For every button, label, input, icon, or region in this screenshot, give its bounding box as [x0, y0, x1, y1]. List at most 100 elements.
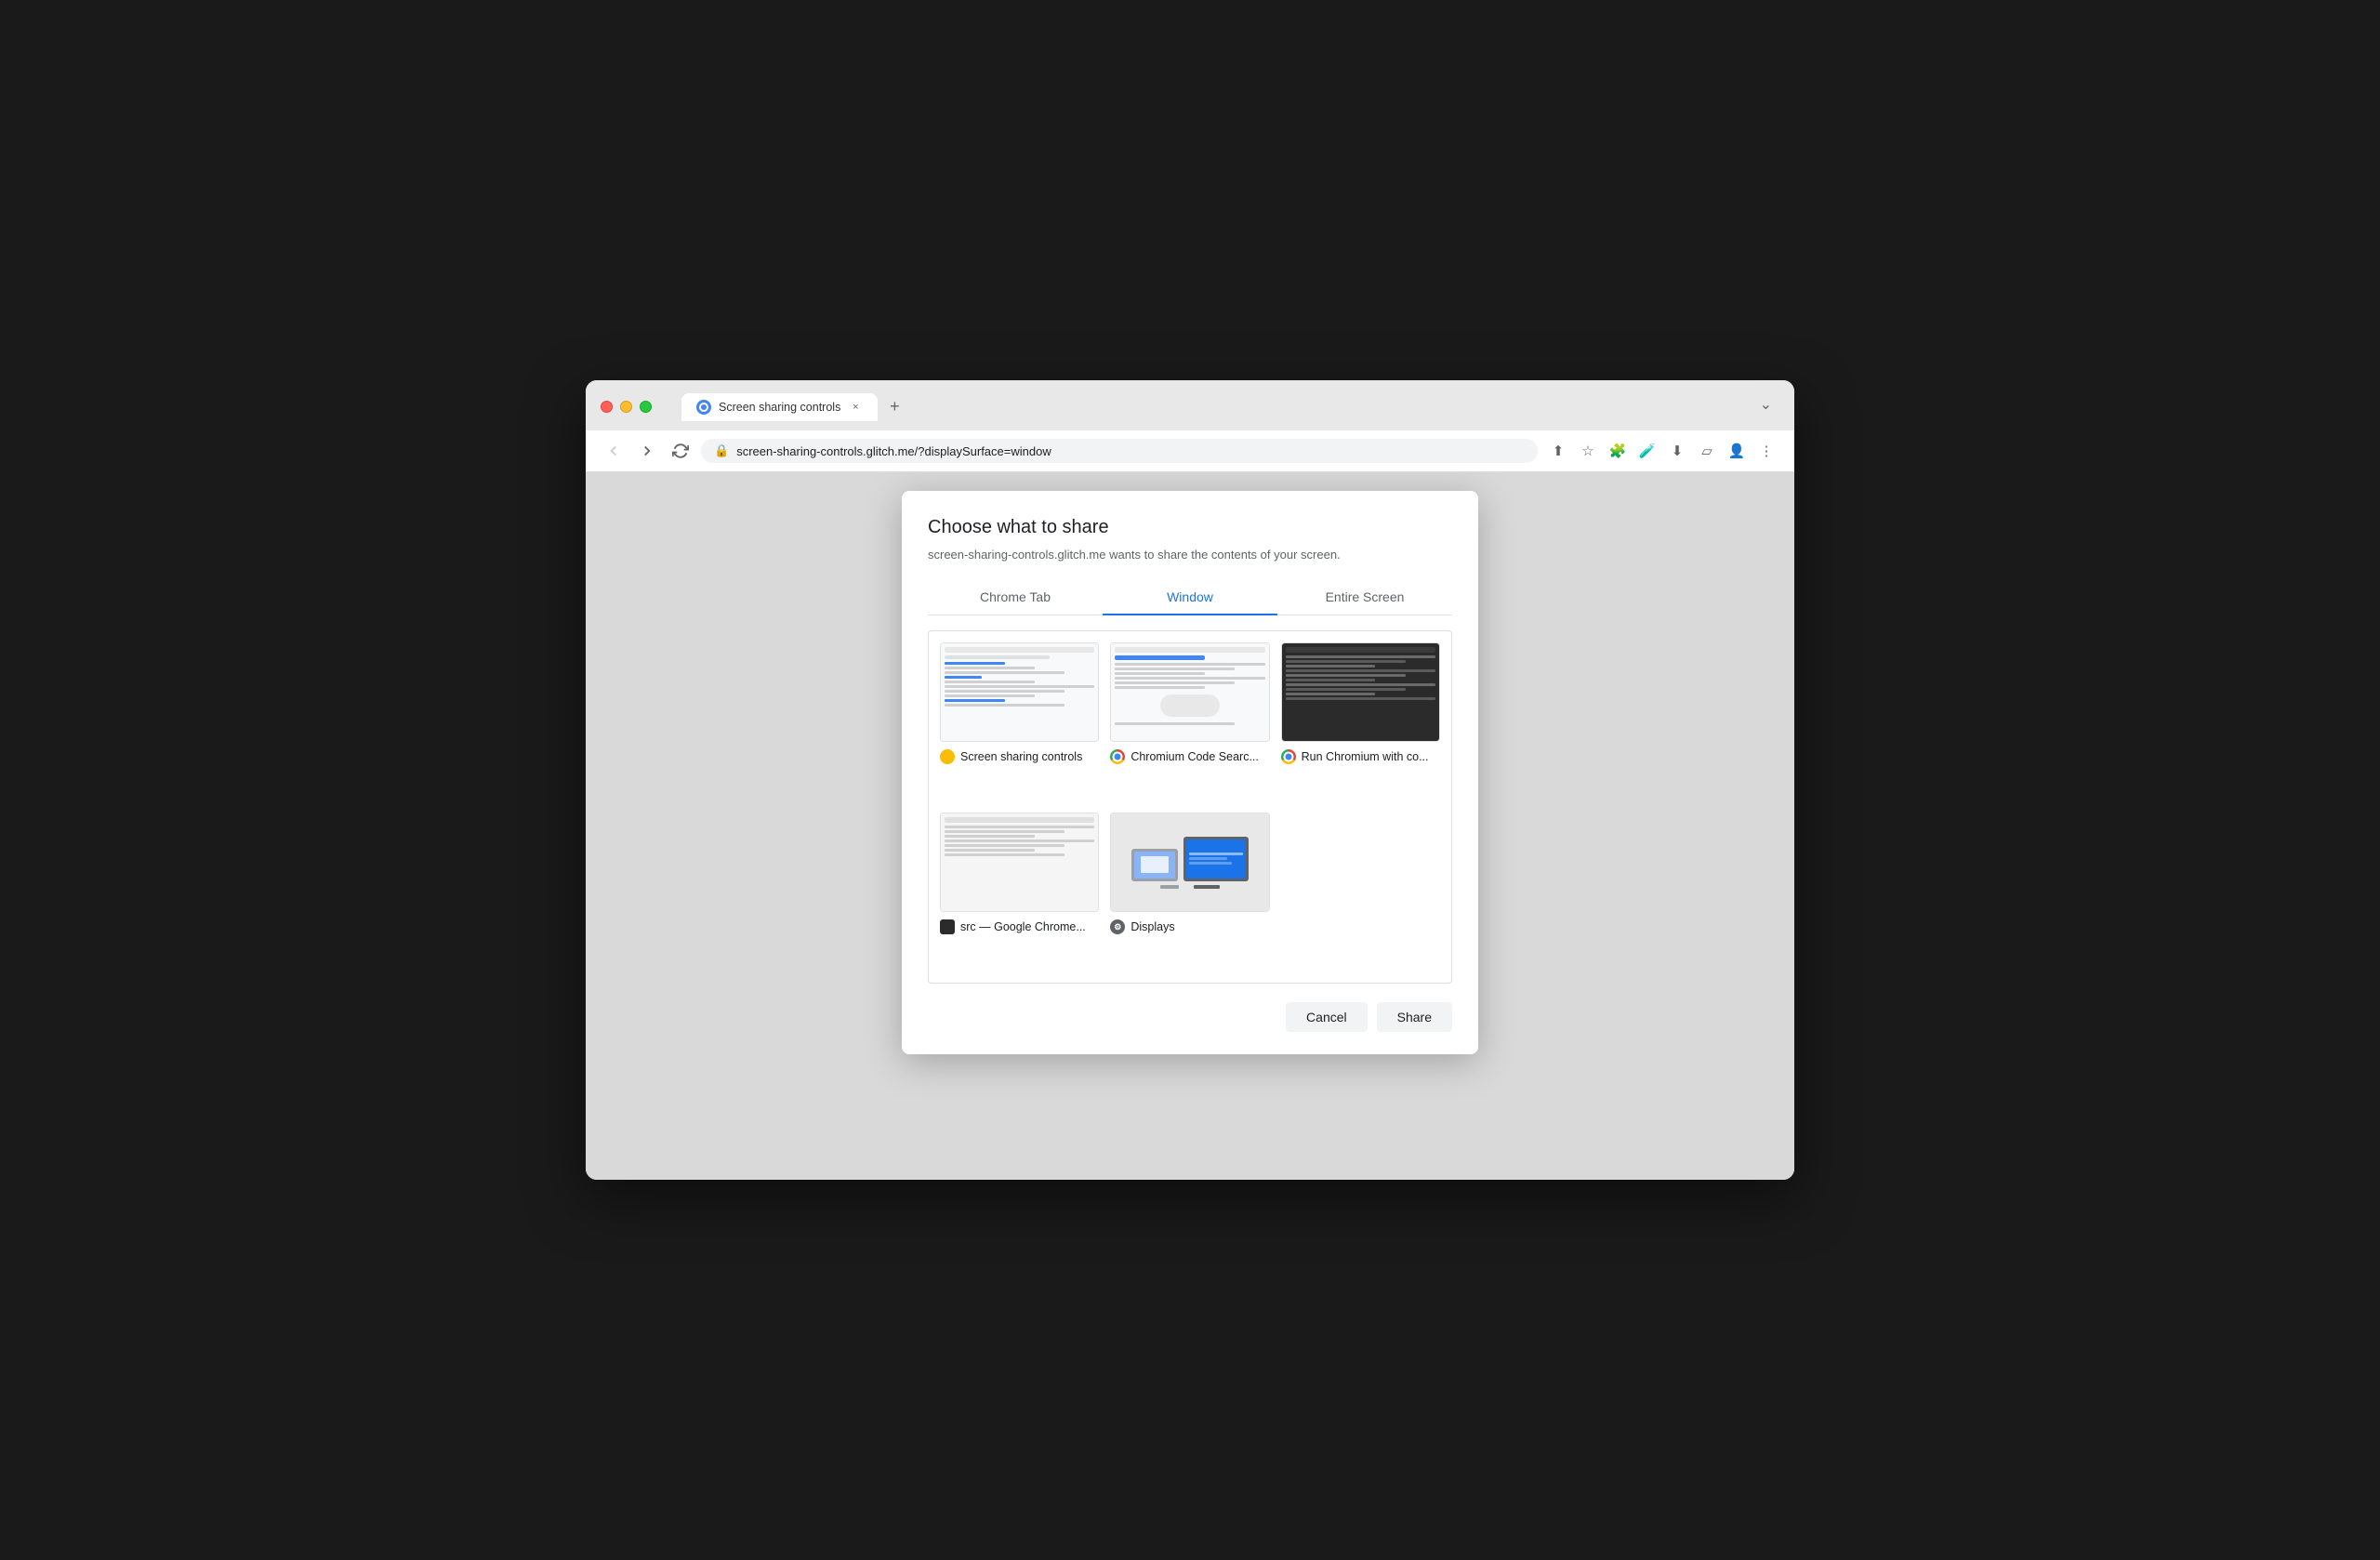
share-button[interactable]: Share	[1377, 1002, 1452, 1032]
browser-content: Choose what to share screen-sharing-cont…	[586, 472, 1794, 1180]
bookmark-button[interactable]: ☆	[1575, 438, 1601, 464]
reload-button[interactable]	[668, 438, 694, 464]
thumb-search-bar	[1115, 655, 1205, 660]
window-item-displays[interactable]: ⚙ Displays	[1110, 813, 1269, 972]
window-preview-run-chromium	[1281, 642, 1440, 742]
active-tab[interactable]: Screen sharing controls ×	[681, 393, 878, 421]
close-traffic-light[interactable]	[601, 401, 613, 413]
thumb-lines	[1286, 655, 1435, 737]
window-label-chromium-search: Chromium Code Searc...	[1110, 749, 1269, 764]
back-button[interactable]	[601, 438, 627, 464]
thumb-line	[1286, 697, 1435, 700]
nav-actions: ⬆ ☆ 🧩 🧪 ⬇ ▱ 👤 ⋮	[1545, 438, 1779, 464]
window-label-screen-sharing: Screen sharing controls	[940, 749, 1099, 764]
tab-bar: Screen sharing controls × + ⌄	[681, 391, 1779, 421]
thumb-line	[945, 849, 1035, 852]
thumb-circle	[1160, 694, 1221, 717]
profile-button[interactable]: 👤	[1724, 438, 1750, 464]
sidebar-button[interactable]: ▱	[1694, 438, 1720, 464]
tab-title: Screen sharing controls	[719, 401, 840, 414]
thumb-content-4	[941, 813, 1098, 911]
new-tab-button[interactable]: +	[881, 393, 907, 419]
window-preview-chromium-search	[1110, 642, 1269, 742]
window-title-chromium-search: Chromium Code Searc...	[1130, 750, 1259, 763]
thumb-line	[945, 662, 1005, 665]
small-screen	[1134, 852, 1175, 879]
thumb-line	[1115, 663, 1264, 666]
thumb-lines	[945, 662, 1094, 737]
thumb-line	[1286, 683, 1435, 686]
favicon-run-chromium	[1281, 749, 1296, 764]
thumb-content-3	[1282, 643, 1439, 741]
tab-chrome-tab[interactable]: Chrome Tab	[928, 580, 1103, 615]
main-screen	[1186, 839, 1246, 879]
address-text: screen-sharing-controls.glitch.me/?displ…	[736, 444, 1525, 458]
window-label-src: src — Google Chrome...	[940, 919, 1099, 934]
favicon-chromium-search	[1110, 749, 1125, 764]
extensions-button[interactable]: 🧩	[1605, 438, 1631, 464]
screen-inner	[1186, 850, 1246, 867]
thumb-line	[945, 671, 1064, 674]
thumb-bar	[1286, 647, 1435, 653]
thumb-line	[1115, 672, 1205, 675]
browser-window: Screen sharing controls × + ⌄	[586, 380, 1794, 1180]
thumb-line	[945, 839, 1094, 842]
thumb-line	[945, 704, 1064, 707]
thumb-lines	[945, 826, 1094, 907]
thumb-line	[945, 826, 1094, 828]
thumb-bar	[945, 817, 1094, 823]
thumb-line	[1286, 655, 1435, 658]
thumb-line	[1115, 677, 1264, 680]
window-item-screen-sharing[interactable]: Screen sharing controls	[940, 642, 1099, 801]
lab-button[interactable]: 🧪	[1634, 438, 1660, 464]
window-label-run-chromium: Run Chromium with co...	[1281, 749, 1440, 764]
thumb-line	[945, 681, 1035, 683]
tab-window[interactable]: Window	[1103, 580, 1277, 615]
window-item-src[interactable]: src — Google Chrome...	[940, 813, 1099, 972]
thumb-line	[1286, 669, 1435, 672]
share-tabs: Chrome Tab Window Entire Screen	[928, 580, 1452, 615]
display-group	[1131, 837, 1249, 881]
share-button[interactable]: ⬆	[1545, 438, 1571, 464]
window-item-chromium-search[interactable]: Chromium Code Searc...	[1110, 642, 1269, 801]
window-item-run-chromium[interactable]: Run Chromium with co...	[1281, 642, 1440, 801]
lock-icon: 🔒	[714, 443, 729, 458]
thumb-line	[945, 667, 1035, 669]
stand-1	[1160, 885, 1179, 889]
screen-line	[1189, 857, 1227, 860]
share-dialog: Choose what to share screen-sharing-cont…	[902, 491, 1478, 1054]
thumb-line	[1286, 660, 1406, 663]
thumb-lines	[1115, 663, 1264, 737]
thumbnails-grid: Screen sharing controls	[928, 630, 1452, 984]
monitor-stands	[1160, 885, 1220, 889]
main-monitor	[1183, 837, 1249, 881]
thumb-bar-2	[945, 655, 1050, 659]
download-button[interactable]: ⬇	[1664, 438, 1690, 464]
tab-close-button[interactable]: ×	[848, 400, 863, 415]
screen-content	[1141, 856, 1170, 872]
address-bar[interactable]: 🔒 screen-sharing-controls.glitch.me/?dis…	[701, 439, 1538, 463]
thumb-line	[1286, 688, 1406, 691]
screen-line	[1189, 853, 1243, 855]
small-monitor	[1131, 849, 1178, 881]
thumb-line	[1286, 679, 1376, 681]
window-title-displays: Displays	[1130, 920, 1174, 933]
tab-favicon	[696, 400, 711, 415]
thumb-line	[1286, 674, 1406, 677]
thumb-line	[945, 690, 1064, 693]
thumb-line	[945, 694, 1035, 697]
thumb-line	[945, 830, 1064, 833]
minimize-traffic-light[interactable]	[620, 401, 632, 413]
window-preview-screen-sharing	[940, 642, 1099, 742]
nav-bar: 🔒 screen-sharing-controls.glitch.me/?dis…	[586, 430, 1794, 472]
maximize-traffic-light[interactable]	[640, 401, 652, 413]
menu-button[interactable]: ⋮	[1753, 438, 1779, 464]
tab-entire-screen[interactable]: Entire Screen	[1277, 580, 1452, 615]
forward-button[interactable]	[634, 438, 660, 464]
thumb-line	[1115, 681, 1235, 684]
thumb-line	[945, 835, 1035, 838]
cancel-button[interactable]: Cancel	[1286, 1002, 1368, 1032]
tab-overflow-button[interactable]: ⌄	[1752, 391, 1779, 417]
tab-favicon-inner	[699, 403, 708, 412]
thumb-line	[945, 676, 982, 679]
